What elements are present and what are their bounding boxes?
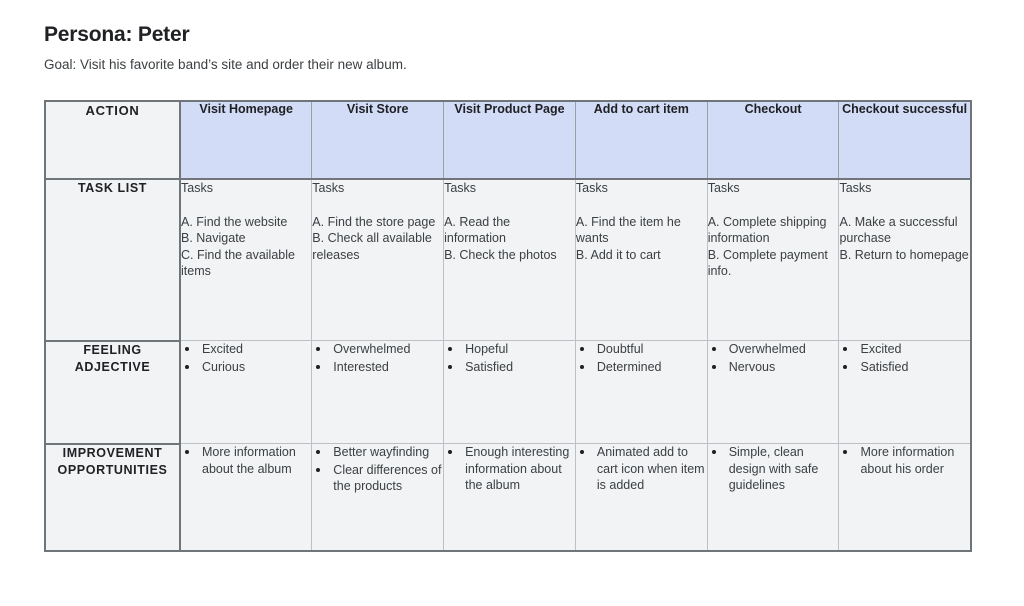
bullet-list: Excited Curious [181,341,311,375]
tasks-lines: A. Find the store page B. Check all avai… [312,214,436,262]
header-stage-label: Visit Product Page [454,101,565,116]
bullet-item: Satisfied [839,359,969,376]
cell-task-list-stage-5: Tasks A. Complete shipping information B… [707,178,840,342]
header-stage-label: Checkout successful [842,101,968,116]
bullet-list: Animated add to cart icon when item is a… [576,444,707,494]
cell-improvement-stage-6: More information about his order [838,443,971,551]
bullet-item: Determined [576,359,707,376]
bullet-item: Enough interesting information about the… [444,444,575,494]
row-label-text: IMPROVEMENT OPPORTUNITIES [57,445,168,477]
tasks-lines: A. Make a successful purchase B. Return … [839,214,969,262]
tasks-heading: Tasks [707,180,740,195]
header-stage-label: Checkout [744,101,802,116]
table-row-feeling-adjective: FEELING ADJECTIVE Excited Curious Overwhe… [45,340,971,445]
header-cell-stage-3: Visit Product Page [443,100,576,180]
cell-task-list-stage-3: Tasks A. Read the information B. Check t… [443,178,576,342]
bullet-list: More information about the album [181,444,311,477]
bullet-item: Satisfied [444,359,575,376]
row-label-improvement-opportunities: IMPROVEMENT OPPORTUNITIES [45,443,181,551]
cell-feeling-stage-3: Hopeful Satisfied [443,340,576,445]
cell-improvement-stage-3: Enough interesting information about the… [443,443,576,551]
tasks-heading: Tasks [839,180,872,195]
journey-map-page: Persona: Peter Goal: Visit his favorite … [0,0,1024,606]
user-journey-table: ACTION Visit Homepage Visit Store Visit … [44,99,972,552]
tasks-lines: A. Complete shipping information B. Comp… [707,214,828,279]
bullet-item: Overwhelmed [312,341,443,358]
bullet-list: Hopeful Satisfied [444,341,575,375]
header-cell-action: ACTION [45,100,181,180]
header-label-action: ACTION [85,102,140,118]
header-cell-stage-5: Checkout [707,100,840,180]
row-label-text: TASK LIST [77,180,148,195]
cell-feeling-stage-1: Excited Curious [180,340,313,445]
row-label-feeling-adjective: FEELING ADJECTIVE [45,340,181,445]
persona-goal-text: Goal: Visit his favorite band’s site and… [44,57,407,73]
bullet-list: Better wayfinding Clear differences of th… [312,444,443,495]
bullet-list: Simple, clean design with safe guideline… [708,444,839,494]
header-stage-label: Visit Store [346,101,409,116]
tasks-lines: A. Find the website B. Navigate C. Find … [181,214,295,279]
bullet-item: Hopeful [444,341,575,358]
cell-task-list-stage-4: Tasks A. Find the item he wants B. Add i… [575,178,708,342]
cell-improvement-stage-1: More information about the album [180,443,313,551]
cell-feeling-stage-4: Doubtful Determined [575,340,708,445]
tasks-heading: Tasks [312,180,345,195]
cell-improvement-stage-4: Animated add to cart icon when item is a… [575,443,708,551]
header-cell-stage-6: Checkout successful [838,100,971,180]
bullet-item: Interested [312,359,443,376]
bullet-list: Overwhelmed Nervous [708,341,839,375]
bullet-item: More information about the album [181,444,311,477]
tasks-lines: A. Read the information B. Check the pho… [444,214,557,262]
cell-feeling-stage-5: Overwhelmed Nervous [707,340,840,445]
header-stage-label: Add to cart item [593,101,689,116]
table-row-task-list: TASK LIST Tasks A. Find the website B. N… [45,178,971,342]
bullet-item: Simple, clean design with safe guideline… [708,444,839,494]
tasks-heading: Tasks [444,180,477,195]
cell-feeling-stage-6: Excited Satisfied [838,340,971,445]
header-cell-stage-2: Visit Store [311,100,445,180]
bullet-list: Overwhelmed Interested [312,341,443,375]
page-title: Persona: Peter [44,23,190,46]
bullet-item: Excited [181,341,311,358]
table-row-improvement-opportunities: IMPROVEMENT OPPORTUNITIES More informati… [45,443,971,551]
cell-improvement-stage-5: Simple, clean design with safe guideline… [707,443,840,551]
cell-task-list-stage-2: Tasks A. Find the store page B. Check al… [311,178,445,342]
bullet-item: Overwhelmed [708,341,839,358]
header-stage-label: Visit Homepage [199,101,293,116]
bullet-item: Excited [839,341,969,358]
bullet-list: Excited Satisfied [839,341,969,375]
row-label-task-list: TASK LIST [45,178,181,342]
table-header-row: ACTION Visit Homepage Visit Store Visit … [45,100,971,180]
cell-improvement-stage-2: Better wayfinding Clear differences of th… [311,443,445,551]
bullet-item: Doubtful [576,341,707,358]
header-cell-stage-1: Visit Homepage [180,100,313,180]
cell-task-list-stage-1: Tasks A. Find the website B. Navigate C.… [180,178,313,342]
header-cell-stage-4: Add to cart item [575,100,708,180]
tasks-heading: Tasks [181,180,213,195]
cell-feeling-stage-2: Overwhelmed Interested [311,340,445,445]
bullet-list: Enough interesting information about the… [444,444,575,494]
bullet-item: Clear differences of the products [312,462,443,495]
tasks-heading: Tasks [575,180,608,195]
bullet-item: Curious [181,359,311,376]
bullet-list: Doubtful Determined [576,341,707,375]
bullet-item: Nervous [708,359,839,376]
bullet-item: Animated add to cart icon when item is a… [576,444,707,494]
cell-task-list-stage-6: Tasks A. Make a successful purchase B. R… [838,178,971,342]
bullet-list: More information about his order [839,444,969,477]
tasks-lines: A. Find the item he wants B. Add it to c… [575,214,681,262]
row-label-text: FEELING ADJECTIVE [74,342,151,374]
bullet-item: More information about his order [839,444,969,477]
bullet-item: Better wayfinding [312,444,443,461]
